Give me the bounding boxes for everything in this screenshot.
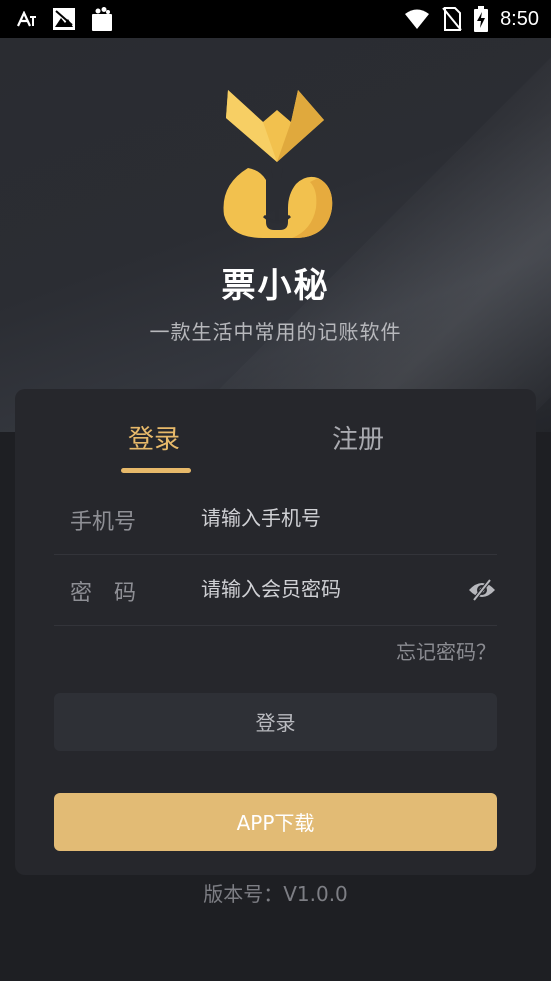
battery-charging-icon <box>474 6 489 32</box>
photo-icon <box>52 7 76 31</box>
version-label: 版本号：V1.0.0 <box>203 882 348 906</box>
tab-register[interactable]: 注册 <box>332 419 384 456</box>
password-input[interactable] <box>201 569 451 609</box>
eye-off-icon[interactable] <box>467 578 497 605</box>
app-download-button[interactable]: APP下载 <box>54 793 497 851</box>
font-icon <box>16 11 38 27</box>
no-sim-icon <box>442 7 462 31</box>
hero-light-stripe <box>136 38 551 432</box>
active-tab-indicator <box>121 468 191 473</box>
phone-field-row: 手机号 <box>54 484 497 555</box>
phone-input[interactable] <box>201 498 451 538</box>
status-bar-right: 8:50 <box>404 6 539 32</box>
wifi-icon <box>404 8 430 30</box>
app-slogan: 一款生活中常用的记账软件 <box>149 320 402 344</box>
login-button[interactable]: 登录 <box>54 693 497 751</box>
forgot-password-link[interactable]: 忘记密码？ <box>396 636 496 665</box>
status-time: 8:50 <box>500 8 539 30</box>
status-bar: 8:50 <box>0 0 551 38</box>
login-card: 登录 注册 手机号 密 码 忘记密码？ 登录 APP下载 <box>15 389 536 875</box>
tab-login[interactable]: 登录 <box>128 419 180 456</box>
phone-label: 手机号 <box>70 510 137 535</box>
password-label: 密 码 <box>70 581 137 606</box>
auth-tabs: 登录 注册 <box>15 389 536 479</box>
app-name: 票小秘 <box>221 266 330 306</box>
shopping-bag-icon <box>90 6 114 32</box>
status-bar-left <box>16 6 114 32</box>
fox-logo-icon <box>218 90 336 240</box>
password-field-row: 密 码 <box>54 555 497 626</box>
